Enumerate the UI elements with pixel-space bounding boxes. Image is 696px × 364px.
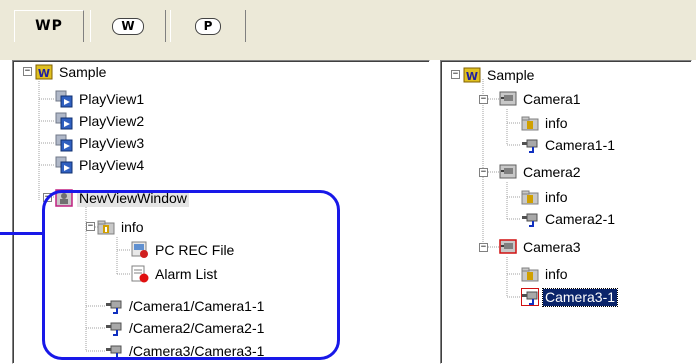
tree-playview-1[interactable]: PlayView1 <box>55 89 146 109</box>
right-stream-2[interactable]: Camera2-1 <box>521 209 617 229</box>
right-tree-root[interactable]: W Sample <box>463 65 536 85</box>
playview-icon <box>55 90 73 108</box>
camera-group-icon <box>499 91 517 106</box>
w-root-icon: W <box>35 64 53 80</box>
right-stream-1[interactable]: Camera1-1 <box>521 135 617 155</box>
tab-wp[interactable]: WP <box>14 10 84 42</box>
right-camera-group-2[interactable]: Camera2 <box>499 162 583 182</box>
highlight-callout <box>42 190 340 360</box>
info-label: info <box>545 114 568 131</box>
camera-group-label: Camera1 <box>523 90 581 107</box>
info-label: info <box>545 265 568 282</box>
playview-label: PlayView2 <box>79 112 145 129</box>
tab-w-label: W <box>112 17 144 35</box>
tree-playview-3[interactable]: PlayView3 <box>55 133 146 153</box>
folder-info-icon <box>521 267 539 282</box>
tab-p-label: P <box>194 17 222 35</box>
tree-playview-2[interactable]: PlayView2 <box>55 111 146 131</box>
playview-label: PlayView4 <box>79 156 145 173</box>
camera-group-alert-icon <box>499 239 517 254</box>
camera-icon <box>522 139 538 153</box>
camera-group-icon <box>499 164 517 179</box>
right-info-3[interactable]: info <box>521 264 570 284</box>
camera-alert-icon <box>521 288 539 306</box>
tab-p[interactable]: P <box>170 10 246 42</box>
expand-camera3[interactable]: − <box>479 243 488 252</box>
expand-camera1[interactable]: − <box>479 95 488 104</box>
playview-icon <box>55 112 73 130</box>
right-info-2[interactable]: info <box>521 187 570 207</box>
tab-w[interactable]: W <box>90 10 166 42</box>
right-tree-panel[interactable]: − − − − W Sample Camera1 info Camera1-1 … <box>440 60 692 364</box>
tree-playview-4[interactable]: PlayView4 <box>55 155 146 175</box>
right-stream-3[interactable]: Camera3-1 <box>521 287 619 307</box>
playview-label: PlayView3 <box>79 134 145 151</box>
tab-wp-label: WP <box>35 18 63 34</box>
expand-camera2[interactable]: − <box>479 168 488 177</box>
svg-text:W: W <box>38 67 50 80</box>
camera-group-label: Camera2 <box>523 163 581 180</box>
right-camera-group-3[interactable]: Camera3 <box>499 237 583 257</box>
folder-info-icon <box>521 116 539 131</box>
tree-root-label: Sample <box>59 63 107 80</box>
svg-text:W: W <box>466 70 478 83</box>
expand-root[interactable]: − <box>23 67 32 76</box>
tree-root[interactable]: W Sample <box>35 62 108 82</box>
stream-label: Camera2-1 <box>545 210 616 227</box>
info-label: info <box>545 188 568 205</box>
playview-icon <box>55 156 73 174</box>
right-info-1[interactable]: info <box>521 113 570 133</box>
camera-group-label: Camera3 <box>523 238 581 255</box>
camera-icon <box>522 213 538 227</box>
playview-label: PlayView1 <box>79 90 145 107</box>
right-root-label: Sample <box>487 66 535 83</box>
tab-bar: WP W P <box>0 0 696 60</box>
expand-right-root[interactable]: − <box>451 70 460 79</box>
callout-pointer-line <box>0 232 44 235</box>
playview-icon <box>55 134 73 152</box>
selected-stream-label: Camera3-1 <box>541 287 619 307</box>
folder-info-icon <box>521 190 539 205</box>
right-camera-group-1[interactable]: Camera1 <box>499 89 583 109</box>
stream-label: Camera1-1 <box>545 136 616 153</box>
w-root-icon: W <box>463 67 481 83</box>
